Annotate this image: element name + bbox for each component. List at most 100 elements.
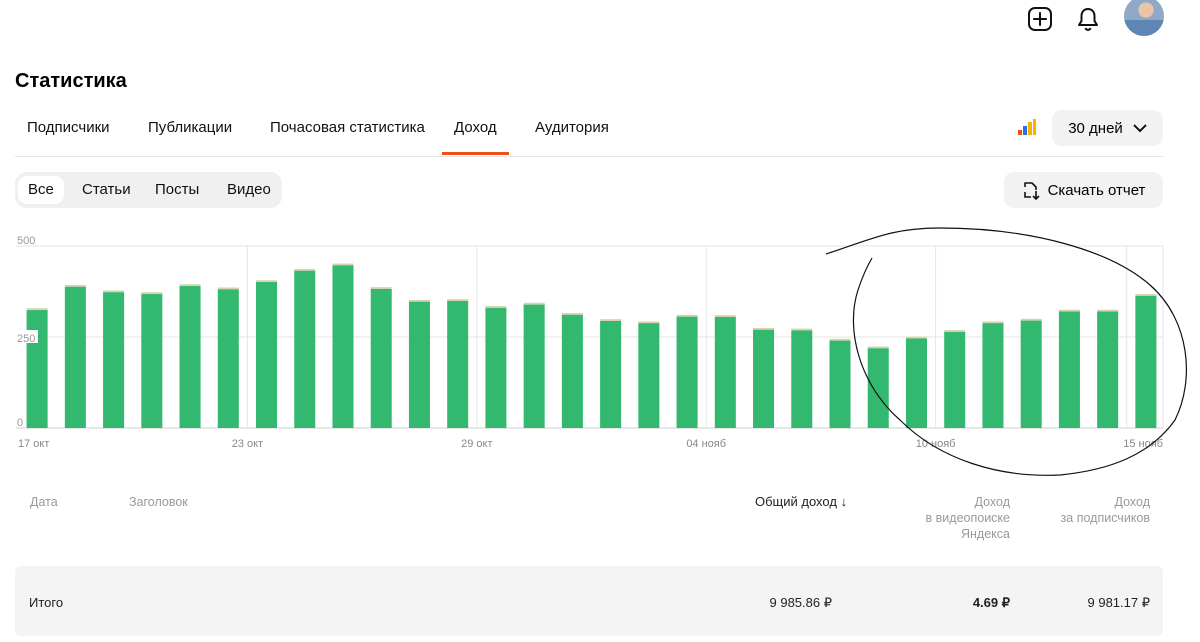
bar: [714, 316, 736, 428]
bar-cap: [829, 338, 851, 341]
bar-cap: [867, 346, 889, 349]
chevron-down-icon: [1133, 123, 1147, 132]
y-tick-label: 500: [17, 235, 35, 247]
bar-cap: [370, 287, 392, 289]
col-header-date[interactable]: Дата: [30, 494, 58, 510]
col-header-title[interactable]: Заголовок: [129, 494, 188, 510]
x-tick-label: 04 нояб: [686, 438, 726, 450]
avatar[interactable]: [1124, 0, 1164, 36]
total-label: Итого: [29, 595, 64, 610]
bar: [370, 288, 392, 428]
bar: [332, 265, 354, 428]
bar-cap: [256, 280, 278, 283]
download-report-icon: [1023, 182, 1040, 200]
bar-cap: [141, 292, 163, 295]
tab-hourly-stats[interactable]: Почасовая статистика: [270, 119, 425, 136]
sort-down-arrow-icon: ↓: [840, 494, 848, 509]
table-total-row: Итого 9 985.86 ₽ 4.69 ₽ 9 981.17 ₽: [15, 566, 1163, 636]
col-header-total[interactable]: Общий доход ↓: [755, 494, 847, 510]
bar-cap: [561, 312, 583, 315]
bar-cap: [714, 315, 736, 317]
bar-cap: [217, 287, 239, 290]
tab-audience[interactable]: Аудитория: [535, 119, 609, 136]
bar-cap: [179, 284, 201, 287]
bar-cap: [638, 321, 660, 324]
download-report-button[interactable]: Скачать отчет: [1004, 172, 1163, 208]
chart-type-icon[interactable]: [1017, 118, 1037, 136]
bar-cap: [1097, 309, 1119, 312]
bar-cap: [1135, 294, 1157, 296]
x-tick-label: 29 окт: [461, 438, 492, 450]
bar: [179, 286, 201, 428]
y-tick-label: 250: [17, 333, 35, 345]
bar-cap: [791, 328, 813, 331]
bar-cap: [103, 290, 125, 293]
bar-cap: [905, 336, 927, 339]
bar: [638, 323, 660, 428]
bar-cap: [600, 319, 622, 321]
col-header-subscribers[interactable]: Доход за подписчиков: [1040, 494, 1150, 526]
content-type-filter: Все Статьи Посты Видео: [15, 172, 282, 208]
bar: [561, 314, 583, 428]
total-video-search-value: 4.69 ₽: [972, 595, 1010, 610]
bar: [103, 292, 125, 428]
bar-cap: [26, 308, 48, 311]
period-select[interactable]: 30 дней: [1052, 110, 1163, 146]
download-report-label: Скачать отчет: [1047, 181, 1146, 199]
period-label: 30 дней: [1068, 119, 1123, 137]
bar-cap: [1020, 318, 1042, 321]
bar: [217, 289, 239, 428]
bar: [294, 270, 316, 428]
bar-cap: [485, 306, 507, 308]
x-tick-label: 10 нояб: [916, 438, 956, 450]
bar: [26, 310, 48, 428]
total-income-value: 9 985.86 ₽: [769, 595, 833, 610]
bar: [141, 294, 163, 428]
col-header-video-search[interactable]: Доход в видеопоиске Яндекса: [880, 494, 1010, 542]
plus-icon[interactable]: [1025, 4, 1055, 34]
tab-subscribers[interactable]: Подписчики: [27, 119, 110, 136]
x-tick-label: 17 окт: [18, 438, 49, 450]
bar-cap: [1058, 309, 1080, 312]
filter-all[interactable]: Все: [18, 176, 64, 204]
bar: [64, 286, 86, 428]
bar: [1135, 295, 1157, 428]
bar-cap: [408, 299, 430, 302]
bar: [1058, 311, 1080, 428]
col-header-video-search-line1: Доход: [974, 495, 1011, 509]
bar: [1020, 320, 1042, 428]
top-actions: [1000, 0, 1200, 42]
bar: [829, 340, 851, 428]
page-title: Статистика: [15, 70, 127, 92]
bar: [600, 320, 622, 428]
col-header-video-search-line2: в видеопоиске Яндекса: [925, 511, 1010, 541]
bar-cap: [944, 330, 966, 332]
bar-cap: [332, 263, 354, 266]
bell-icon[interactable]: [1073, 4, 1103, 34]
bar: [944, 331, 966, 428]
col-header-subscribers-line2: за подписчиков: [1060, 511, 1150, 525]
bar: [447, 300, 469, 428]
bar-cap: [676, 314, 698, 317]
filter-posts[interactable]: Посты: [145, 176, 209, 204]
col-header-total-label: Общий доход: [755, 494, 837, 509]
bar: [867, 348, 889, 428]
bar-cap: [523, 302, 545, 305]
total-subscribers-value: 9 981.17 ₽: [1087, 595, 1151, 610]
bar: [523, 304, 545, 428]
bar: [485, 307, 507, 428]
bar: [982, 323, 1004, 428]
filter-articles[interactable]: Статьи: [72, 176, 141, 204]
tab-income[interactable]: Доход: [442, 119, 509, 155]
bar-cap: [64, 284, 86, 287]
x-tick-label: 23 окт: [232, 438, 263, 450]
col-header-subscribers-line1: Доход: [1114, 495, 1151, 509]
bar-cap: [294, 268, 316, 271]
tab-publications[interactable]: Публикации: [148, 119, 232, 136]
bar: [1097, 311, 1119, 428]
bar: [256, 282, 278, 428]
y-tick-label: 0: [17, 417, 23, 429]
filter-video[interactable]: Видео: [217, 176, 281, 204]
bar: [676, 316, 698, 428]
bar-cap: [982, 321, 1004, 324]
